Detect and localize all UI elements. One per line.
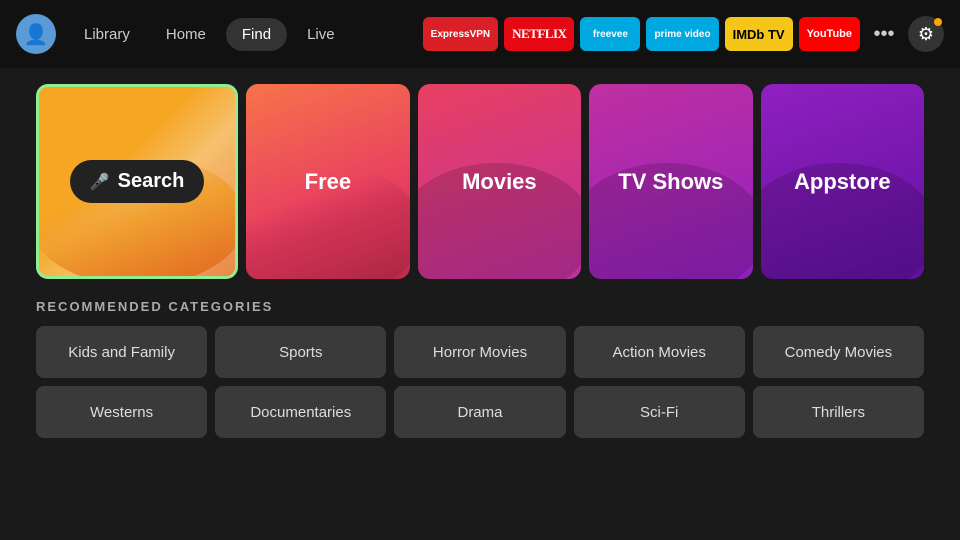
category-tile[interactable]: Documentaries xyxy=(215,386,386,438)
nav-find[interactable]: Find xyxy=(226,18,287,51)
search-button[interactable]: 🎤 Search xyxy=(70,160,205,203)
main-content: 🎤 Search Free Movies TV Shows Appstore R… xyxy=(0,68,960,454)
category-tile[interactable]: Kids and Family xyxy=(36,326,207,378)
nav-links: Library Home Find Live xyxy=(68,18,351,51)
tvshows-tile[interactable]: TV Shows xyxy=(589,84,752,279)
app-expressvpn[interactable]: ExpressVPN xyxy=(423,17,498,51)
settings-button[interactable]: ⚙ xyxy=(908,16,944,52)
category-tile[interactable]: Sports xyxy=(215,326,386,378)
app-netflix[interactable]: NETFLIX xyxy=(504,17,574,51)
movies-tile[interactable]: Movies xyxy=(418,84,581,279)
user-avatar[interactable]: 👤 xyxy=(16,14,56,54)
appstore-tile[interactable]: Appstore xyxy=(761,84,924,279)
movies-label: Movies xyxy=(462,169,537,195)
appstore-label: Appstore xyxy=(794,169,891,195)
free-tile[interactable]: Free xyxy=(246,84,409,279)
category-tile[interactable]: Horror Movies xyxy=(394,326,565,378)
category-tile[interactable]: Action Movies xyxy=(574,326,745,378)
youtube-label: YouTube xyxy=(807,28,852,40)
nav-library[interactable]: Library xyxy=(68,18,146,51)
category-tile[interactable]: Westerns xyxy=(36,386,207,438)
category-tile[interactable]: Thrillers xyxy=(753,386,924,438)
top-navigation: 👤 Library Home Find Live ExpressVPN NETF… xyxy=(0,0,960,68)
microphone-icon: 🎤 xyxy=(90,172,110,192)
app-shortcuts: ExpressVPN NETFLIX freevee prime video I… xyxy=(423,16,944,52)
freevee-label: freevee xyxy=(593,29,628,40)
settings-notification-dot xyxy=(934,18,942,26)
settings-icon: ⚙ xyxy=(918,24,934,45)
hero-tiles: 🎤 Search Free Movies TV Shows Appstore xyxy=(36,84,924,279)
app-freevee[interactable]: freevee xyxy=(580,17,640,51)
netflix-label: NETFLIX xyxy=(512,26,566,42)
app-prime-video[interactable]: prime video xyxy=(646,17,718,51)
nav-home[interactable]: Home xyxy=(150,18,222,51)
avatar-icon: 👤 xyxy=(24,22,49,47)
category-grid: Kids and FamilySportsHorror MoviesAction… xyxy=(36,326,924,438)
search-tile[interactable]: 🎤 Search xyxy=(36,84,238,279)
prime-label: prime video xyxy=(654,29,710,40)
tvshows-label: TV Shows xyxy=(618,169,723,195)
more-apps-button[interactable]: ••• xyxy=(866,16,902,52)
nav-live[interactable]: Live xyxy=(291,18,351,51)
app-imdb[interactable]: IMDb TV xyxy=(725,17,793,51)
app-youtube[interactable]: YouTube xyxy=(799,17,860,51)
imdb-label: IMDb TV xyxy=(733,27,785,42)
category-tile[interactable]: Sci-Fi xyxy=(574,386,745,438)
recommended-section-title: RECOMMENDED CATEGORIES xyxy=(36,299,924,314)
expressvpn-label: ExpressVPN xyxy=(431,29,490,40)
free-label: Free xyxy=(305,169,351,195)
category-tile[interactable]: Comedy Movies xyxy=(753,326,924,378)
category-tile[interactable]: Drama xyxy=(394,386,565,438)
search-label: Search xyxy=(118,170,185,193)
